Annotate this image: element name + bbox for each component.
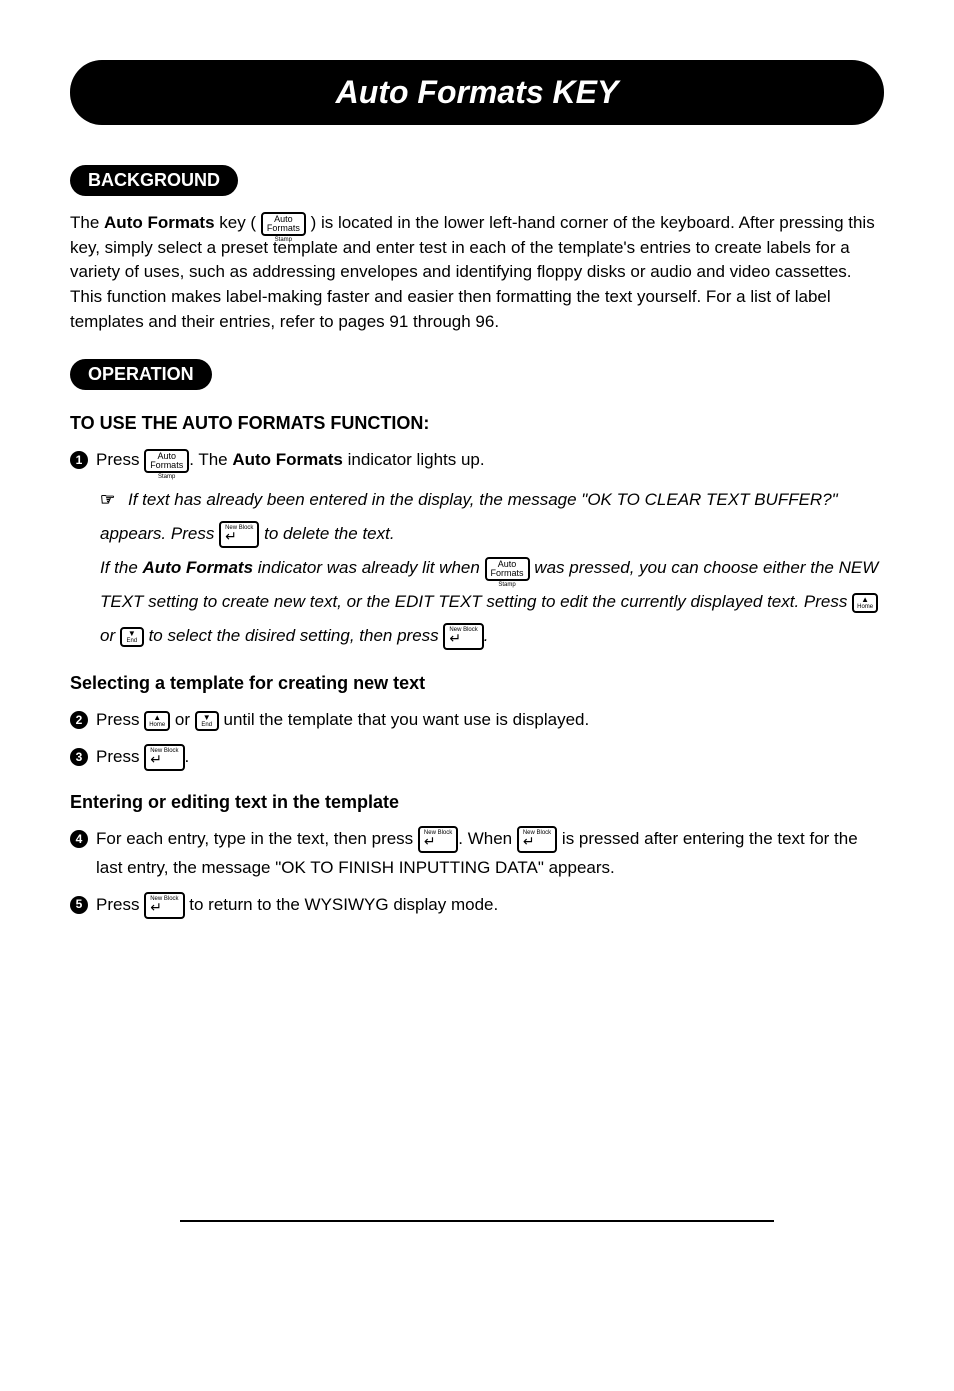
step-number-1-icon: 1 [70,451,88,469]
step5-text-a: Press [96,895,144,914]
bg-text-2: key ( [215,213,261,232]
step-number-2-icon: 2 [70,711,88,729]
step3-text-a: Press [96,747,144,766]
step-3: 3 Press New Block↵. [70,743,884,772]
step1-text-c: indicator lights up. [343,450,485,469]
new-block-enter-key-icon: New Block↵ [219,521,259,548]
auto-formats-key-icon: AutoFormats [144,449,189,473]
step-1: 1 Press AutoFormats. The Auto Formats in… [70,446,884,475]
step1-text-b: . The [189,450,232,469]
end-down-key-icon: ▼End [120,627,144,647]
note1-text-b: to delete the text. [264,524,394,543]
note2-text-a: If the [100,558,143,577]
bg-text-1: The [70,213,104,232]
step1-bold: Auto Formats [232,450,343,469]
subsection-entering-editing: Entering or editing text in the template [70,792,884,813]
pointing-hand-icon: ☞ [100,490,115,509]
step1-text-a: Press [96,450,144,469]
step2-text-c: until the template that you want use is … [219,710,589,729]
end-down-key-icon: ▼End [195,711,219,731]
new-block-enter-key-icon: New Block↵ [443,623,483,650]
new-block-enter-key-icon: New Block↵ [144,744,184,771]
step-2: 2 Press ▲Home or ▼End until the template… [70,706,884,735]
background-text: The Auto Formats key ( AutoFormats ) is … [70,211,884,334]
auto-formats-key-icon: AutoFormats [485,557,530,581]
new-block-enter-key-icon: New Block↵ [144,892,184,919]
step5-text-b: to return to the WYSIWYG display mode. [185,895,499,914]
bg-autoformats-bold: Auto Formats [104,213,215,232]
operation-heading: TO USE THE AUTO FORMATS FUNCTION: [70,413,884,434]
new-block-enter-key-icon: New Block↵ [517,826,557,853]
step-4: 4 For each entry, type in the text, then… [70,825,884,883]
footer-divider [180,1220,774,1222]
note-block: ☞ If text has already been entered in th… [100,483,884,653]
note2-text-e: to select the disired setting, then pres… [144,626,444,645]
new-block-enter-key-icon: New Block↵ [418,826,458,853]
step-5: 5 Press New Block↵ to return to the WYSI… [70,891,884,920]
note2-text-d: or [100,626,120,645]
note1-text-a: If text has already been entered in the … [100,490,838,543]
step-number-3-icon: 3 [70,748,88,766]
step-number-4-icon: 4 [70,830,88,848]
operation-section-label: OPERATION [70,359,212,390]
note2-bold: Auto Formats [143,558,254,577]
note2-text-b: indicator was already lit when [253,558,485,577]
step-number-5-icon: 5 [70,896,88,914]
home-up-key-icon: ▲Home [144,711,170,731]
step2-text-a: Press [96,710,144,729]
step4-text-a: For each entry, type in the text, then p… [96,829,418,848]
step2-text-b: or [170,710,195,729]
note2-text-f: . [484,626,489,645]
page-title: Auto Formats KEY [70,60,884,125]
auto-formats-key-icon: AutoFormats [261,212,306,236]
subsection-selecting-template: Selecting a template for creating new te… [70,673,884,694]
home-up-key-icon: ▲Home [852,593,878,613]
step4-text-b: . When [458,829,517,848]
background-section-label: BACKGROUND [70,165,238,196]
step3-text-b: . [185,747,190,766]
